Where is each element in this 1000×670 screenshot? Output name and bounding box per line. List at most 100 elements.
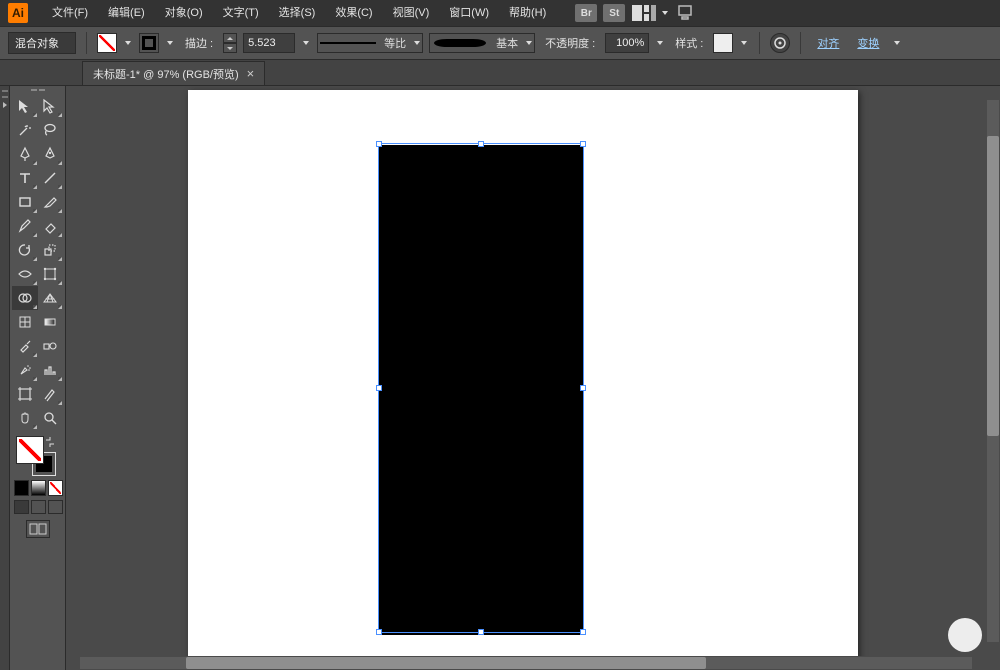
fill-color-swatch[interactable] bbox=[16, 436, 44, 464]
screen-mode-presentation[interactable] bbox=[48, 500, 63, 514]
magic-wand-tool[interactable] bbox=[12, 118, 38, 142]
stock-button[interactable]: St bbox=[603, 4, 625, 22]
blend-tool[interactable] bbox=[38, 334, 64, 358]
mesh-tool[interactable] bbox=[12, 310, 38, 334]
line-tool[interactable] bbox=[38, 166, 64, 190]
draw-mode-button[interactable] bbox=[26, 520, 50, 538]
artboard[interactable] bbox=[188, 90, 858, 656]
perspective-grid-tool[interactable] bbox=[38, 286, 64, 310]
brush-definition[interactable]: 基本 bbox=[429, 33, 535, 53]
resize-handle-e[interactable] bbox=[580, 385, 586, 391]
stroke-weight-dropdown[interactable] bbox=[301, 33, 311, 53]
opacity-dropdown[interactable] bbox=[655, 33, 665, 53]
menu-edit[interactable]: 编辑(E) bbox=[98, 0, 155, 26]
fill-dropdown[interactable] bbox=[123, 33, 133, 53]
pencil-tool[interactable] bbox=[12, 214, 38, 238]
opacity-input[interactable]: 100% bbox=[605, 33, 649, 53]
gradient-tool[interactable] bbox=[38, 310, 64, 334]
vertical-scrollbar[interactable] bbox=[986, 86, 1000, 656]
zoom-tool[interactable] bbox=[38, 406, 64, 430]
stroke-swatch[interactable] bbox=[139, 33, 159, 53]
resize-handle-ne[interactable] bbox=[580, 141, 586, 147]
hand-tool[interactable] bbox=[12, 406, 38, 430]
close-tab-icon[interactable]: × bbox=[247, 67, 255, 80]
arrange-dropdown-icon[interactable] bbox=[660, 3, 670, 23]
rotate-tool[interactable] bbox=[12, 238, 38, 262]
pen-tool[interactable] bbox=[12, 142, 38, 166]
menu-window[interactable]: 窗口(W) bbox=[439, 0, 499, 26]
document-tab[interactable]: 未标题-1* @ 97% (RGB/预览) × bbox=[82, 61, 265, 85]
brush-definition-dropdown[interactable] bbox=[524, 33, 534, 53]
rectangle-tool[interactable] bbox=[12, 190, 38, 214]
toolbox bbox=[10, 86, 66, 670]
artboard-tool[interactable] bbox=[12, 382, 38, 406]
panel-dock-left[interactable] bbox=[0, 86, 10, 670]
resize-handle-sw[interactable] bbox=[376, 629, 382, 635]
canvas-viewport[interactable] bbox=[66, 86, 986, 656]
lasso-tool[interactable] bbox=[38, 118, 64, 142]
horizontal-scrollbar[interactable] bbox=[66, 656, 986, 670]
eyedropper-tool[interactable] bbox=[12, 334, 38, 358]
variable-width-dropdown[interactable] bbox=[412, 33, 422, 53]
curvature-tool[interactable] bbox=[38, 142, 64, 166]
menu-select[interactable]: 选择(S) bbox=[269, 0, 326, 26]
stroke-weight-input[interactable]: 5.523 bbox=[243, 33, 295, 53]
selection-bounding-box[interactable] bbox=[378, 143, 584, 633]
horizontal-scroll-thumb[interactable] bbox=[186, 657, 706, 669]
eraser-tool[interactable] bbox=[38, 214, 64, 238]
stroke-dropdown[interactable] bbox=[165, 33, 175, 53]
shape-builder-tool[interactable] bbox=[12, 286, 38, 310]
menu-file[interactable]: 文件(F) bbox=[42, 0, 98, 26]
swap-fill-stroke-icon[interactable] bbox=[44, 436, 56, 448]
direct-selection-tool[interactable] bbox=[38, 94, 64, 118]
arrange-documents-icon[interactable] bbox=[632, 5, 656, 21]
resize-handle-w[interactable] bbox=[376, 385, 382, 391]
scroll-corner bbox=[986, 656, 1000, 670]
graphic-style-swatch[interactable] bbox=[713, 33, 733, 53]
resize-handle-n[interactable] bbox=[478, 141, 484, 147]
column-graph-tool[interactable] bbox=[38, 358, 64, 382]
opacity-label: 不透明度 : bbox=[541, 35, 599, 51]
color-mode-none[interactable] bbox=[48, 480, 63, 496]
menu-type[interactable]: 文字(T) bbox=[213, 0, 269, 26]
graphic-style-dropdown[interactable] bbox=[739, 33, 749, 53]
screen-mode-full[interactable] bbox=[31, 500, 46, 514]
options-flyout[interactable] bbox=[891, 33, 903, 53]
options-bar: 混合对象 描边 : 5.523 等比 基本 不透明度 : 100% 样式 : 对… bbox=[0, 26, 1000, 60]
fill-swatch[interactable] bbox=[97, 33, 117, 53]
bridge-button[interactable]: Br bbox=[575, 4, 597, 22]
cursor-indicator bbox=[948, 618, 982, 652]
stroke-weight-label: 描边 : bbox=[181, 35, 217, 51]
resize-handle-nw[interactable] bbox=[376, 141, 382, 147]
selection-tool[interactable] bbox=[12, 94, 38, 118]
screen-mode-normal[interactable] bbox=[14, 500, 29, 514]
gpu-preview-icon[interactable] bbox=[676, 4, 694, 23]
vertical-scroll-thumb[interactable] bbox=[987, 136, 999, 436]
transform-link[interactable]: 变换 bbox=[851, 33, 885, 53]
free-transform-tool[interactable] bbox=[38, 262, 64, 286]
type-tool[interactable] bbox=[12, 166, 38, 190]
fill-stroke-swatch[interactable] bbox=[16, 436, 56, 476]
color-mode-solid[interactable] bbox=[14, 480, 29, 496]
color-mode-gradient[interactable] bbox=[31, 480, 46, 496]
menu-bar: Ai 文件(F) 编辑(E) 对象(O) 文字(T) 选择(S) 效果(C) 视… bbox=[0, 0, 1000, 26]
variable-width-profile[interactable]: 等比 bbox=[317, 33, 423, 53]
menu-object[interactable]: 对象(O) bbox=[155, 0, 213, 26]
stroke-weight-stepper[interactable] bbox=[223, 33, 237, 53]
resize-handle-s[interactable] bbox=[478, 629, 484, 635]
menu-view[interactable]: 视图(V) bbox=[383, 0, 440, 26]
style-label: 样式 : bbox=[671, 35, 707, 51]
symbol-sprayer-tool[interactable] bbox=[12, 358, 38, 382]
selection-info: 混合对象 bbox=[8, 32, 76, 54]
expand-panel-icon[interactable] bbox=[3, 102, 7, 108]
menu-help[interactable]: 帮助(H) bbox=[499, 0, 556, 26]
brush-tool[interactable] bbox=[38, 190, 64, 214]
resize-handle-se[interactable] bbox=[580, 629, 586, 635]
separator bbox=[86, 32, 87, 54]
menu-effect[interactable]: 效果(C) bbox=[325, 0, 382, 26]
width-tool[interactable] bbox=[12, 262, 38, 286]
scale-tool[interactable] bbox=[38, 238, 64, 262]
recolor-artwork-icon[interactable] bbox=[770, 33, 790, 53]
slice-tool[interactable] bbox=[38, 382, 64, 406]
align-link[interactable]: 对齐 bbox=[811, 33, 845, 53]
